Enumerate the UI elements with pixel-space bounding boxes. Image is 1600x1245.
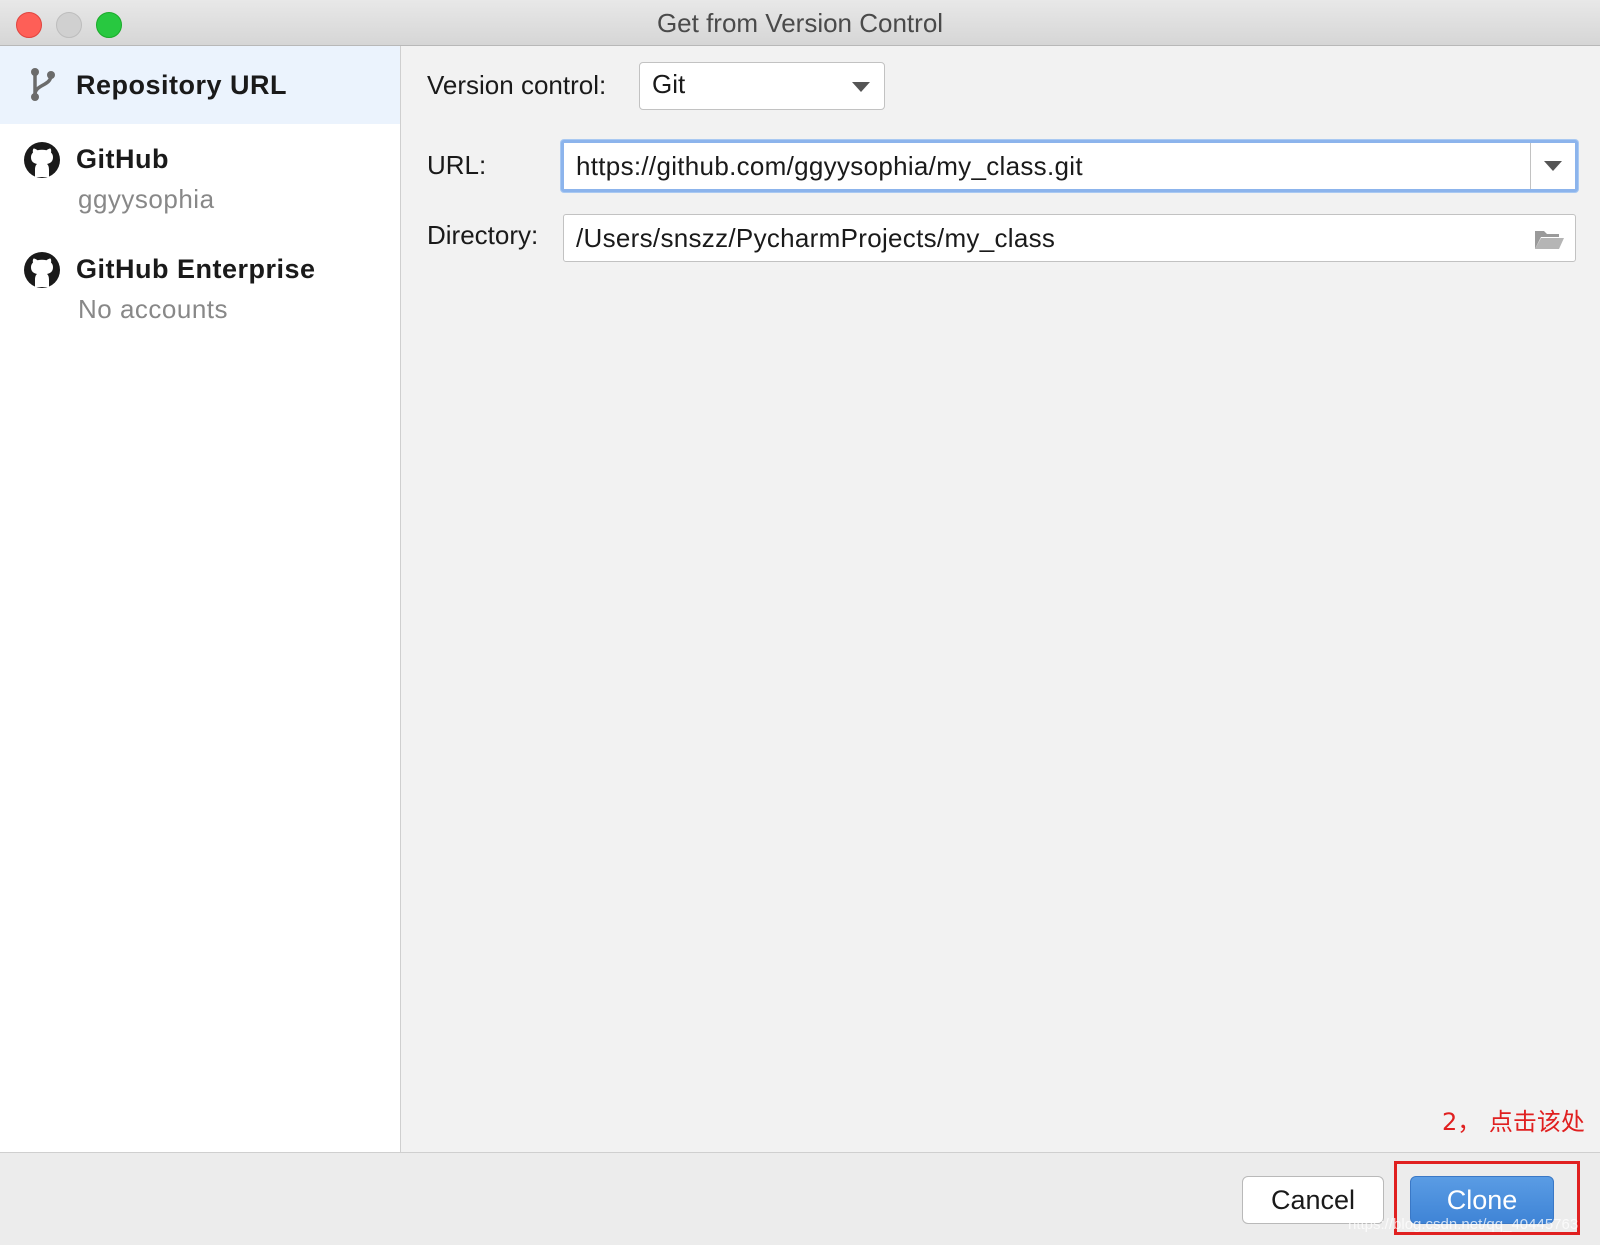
url-input[interactable] <box>576 143 1516 189</box>
url-combo[interactable] <box>561 140 1578 192</box>
git-branch-icon <box>31 68 55 101</box>
github-icon <box>24 252 60 288</box>
sidebar-item-repository-url[interactable]: Repository URL <box>0 46 400 124</box>
chevron-down-icon <box>852 82 870 92</box>
directory-label: Directory: <box>427 220 539 250</box>
version-control-value: Git <box>652 69 686 99</box>
github-icon <box>24 142 60 178</box>
main-panel: Version control: Git URL: Directory: <box>401 46 1600 1152</box>
sidebar: Repository URL GitHub ggyysophia GitHub … <box>0 46 401 1152</box>
url-history-dropdown-button[interactable] <box>1530 143 1575 189</box>
annotation-text: 2， 点击该处 <box>1442 1108 1585 1136</box>
directory-input[interactable] <box>576 215 1506 261</box>
title-bar: Get from Version Control <box>0 0 1600 46</box>
sidebar-item-account: ggyysophia <box>78 184 215 214</box>
sidebar-item-label: GitHub Enterprise <box>76 254 316 284</box>
chevron-down-icon <box>1544 161 1562 171</box>
version-control-select[interactable]: Git <box>639 62 885 110</box>
sidebar-item-account: No accounts <box>78 294 229 324</box>
window-title: Get from Version Control <box>656 8 944 38</box>
url-label: URL: <box>427 150 487 180</box>
directory-field[interactable] <box>563 214 1576 262</box>
folder-open-icon[interactable] <box>1533 227 1565 251</box>
watermark: https://blog.csdn.net/qq_40445763 <box>1348 1216 1579 1233</box>
version-control-label: Version control: <box>427 70 607 100</box>
sidebar-item-label: GitHub <box>76 144 169 174</box>
sidebar-item-label: Repository URL <box>76 70 288 100</box>
sidebar-item-github[interactable]: GitHub ggyysophia <box>0 124 400 234</box>
sidebar-item-github-enterprise[interactable]: GitHub Enterprise No accounts <box>0 234 400 344</box>
